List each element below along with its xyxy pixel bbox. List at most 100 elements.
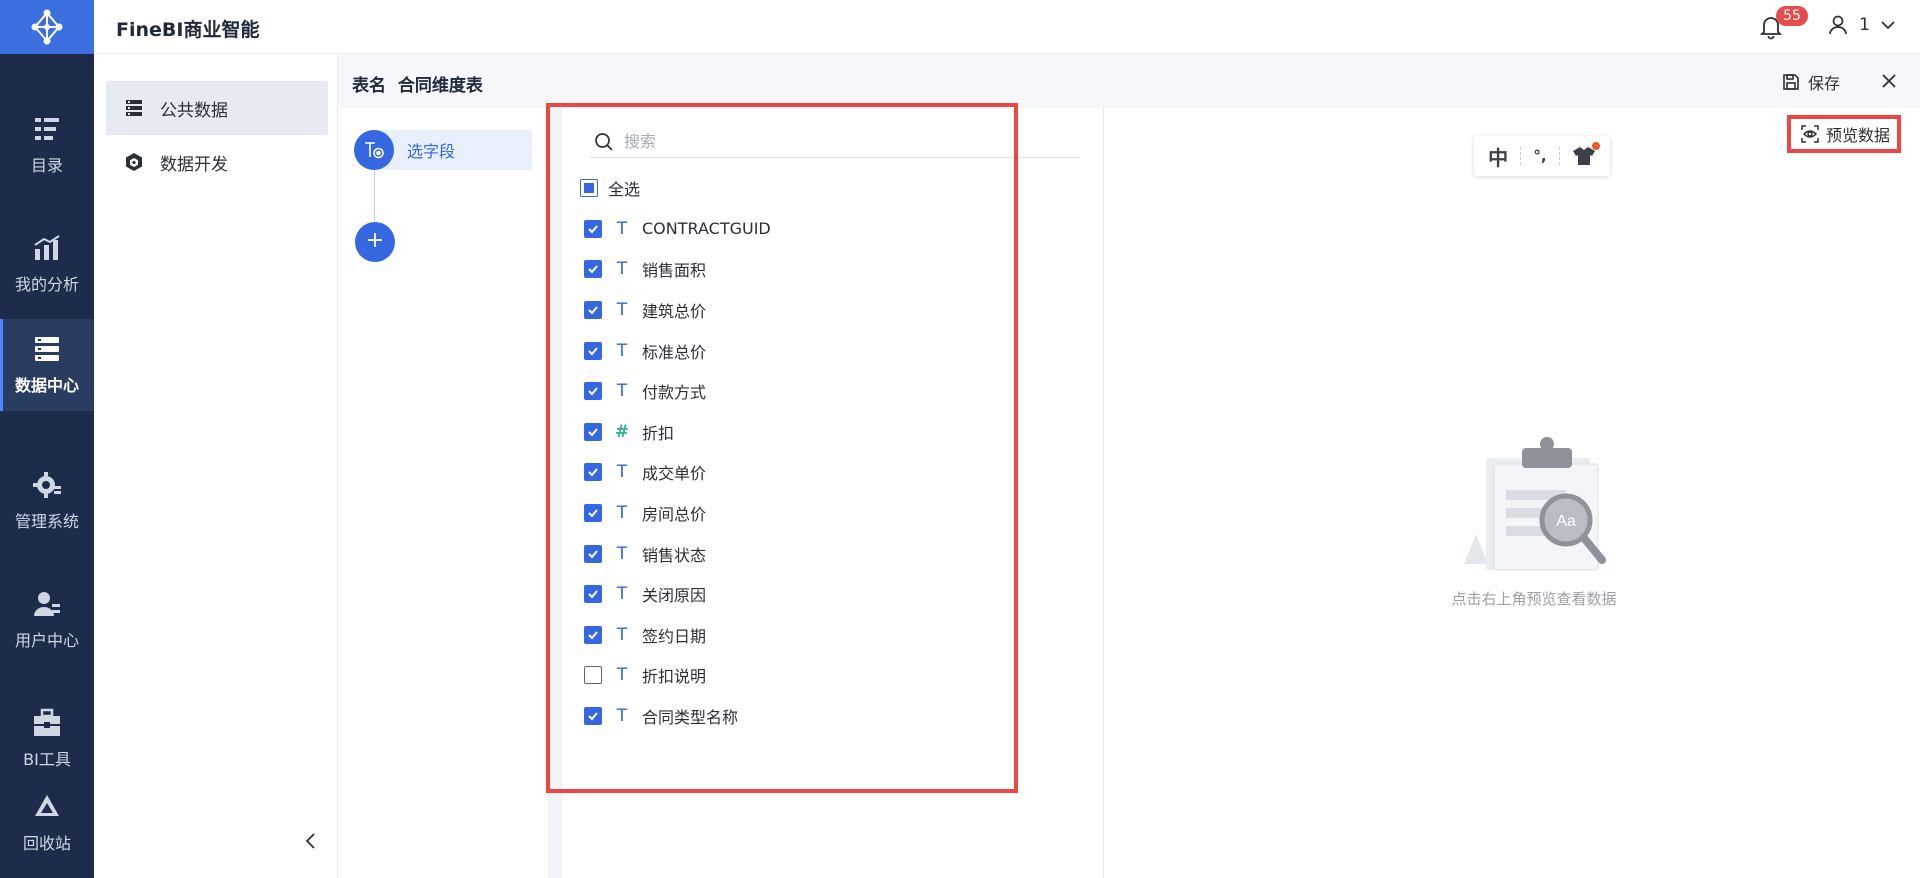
preview-data-button[interactable]: 预览数据 xyxy=(1792,118,1898,150)
field-name: 房间总价 xyxy=(642,505,707,525)
top-bar: FineBI商业智能 55 1 xyxy=(94,0,1920,54)
nav-label: BI工具 xyxy=(23,750,71,769)
field-name: 付款方式 xyxy=(642,383,707,403)
ime-separator xyxy=(1558,147,1560,165)
select-all-checkbox[interactable] xyxy=(580,179,598,198)
field-select-panel: 全选 T CONTRACTGUID T 销售面积 T 建筑总价 T 标准总价 T 付款方式 # 折扣 T… xyxy=(562,108,1104,878)
data-dev-icon xyxy=(126,153,142,171)
field-checkbox[interactable] xyxy=(584,260,602,279)
field-checkbox[interactable] xyxy=(584,666,602,685)
sub-nav-data-dev[interactable]: 数据开发 xyxy=(106,135,328,189)
text-type-icon: T xyxy=(616,462,628,483)
field-row[interactable]: T 签约日期 xyxy=(584,615,1064,656)
text-type-icon: T xyxy=(616,300,628,321)
bi-tools-icon xyxy=(34,708,60,736)
ime-notify-dot xyxy=(1592,142,1600,150)
field-row[interactable]: T 关闭原因 xyxy=(584,574,1064,615)
nav-item-bi-tools[interactable]: BI工具 xyxy=(0,694,94,784)
user-label: 1 xyxy=(1859,15,1870,35)
data-center-icon xyxy=(35,337,59,361)
nav-item-recycle-bin[interactable]: 回收站 xyxy=(0,778,94,868)
field-row[interactable]: T 成交单价 xyxy=(584,452,1064,493)
save-button[interactable]: 保存 xyxy=(1782,70,1840,94)
nav-label: 回收站 xyxy=(22,834,71,853)
field-row[interactable]: # 折扣 xyxy=(584,412,1064,453)
field-checkbox[interactable] xyxy=(584,585,602,604)
step-flow: 选字段 + xyxy=(338,108,548,878)
field-checkbox[interactable] xyxy=(584,382,602,401)
field-row[interactable]: T 建筑总价 xyxy=(584,290,1064,331)
field-checkbox[interactable] xyxy=(584,219,602,238)
empty-state: Aa 点击右上角预览查看数据 xyxy=(1434,434,1634,609)
field-checkbox[interactable] xyxy=(584,341,602,360)
step-select-field-label: 选字段 xyxy=(407,142,456,161)
text-type-icon: T xyxy=(616,259,628,280)
field-name: 标准总价 xyxy=(642,342,707,362)
preview-eye-icon xyxy=(1801,125,1819,143)
nav-item-catalog[interactable]: 目录 xyxy=(0,100,94,190)
empty-clipboard-icon: Aa xyxy=(1464,437,1606,571)
table-name-title: 表名 合同维度表 xyxy=(352,71,483,96)
ime-punct-char: °, xyxy=(1533,147,1547,165)
field-checkbox[interactable] xyxy=(584,707,602,726)
app-logo[interactable] xyxy=(0,0,94,54)
notification-badge: 55 xyxy=(1776,6,1808,26)
collapse-panel-icon[interactable] xyxy=(300,830,322,852)
management-icon xyxy=(33,472,61,498)
field-row[interactable]: T CONTRACTGUID xyxy=(584,209,1064,250)
field-name: 成交单价 xyxy=(642,464,707,484)
field-row[interactable]: T 销售状态 xyxy=(584,533,1064,574)
select-all-row[interactable]: 全选 xyxy=(580,168,1064,209)
sub-nav-public-data[interactable]: 公共数据 xyxy=(106,81,328,135)
panel-gutter xyxy=(548,108,562,878)
field-search xyxy=(590,126,1080,158)
ime-toolbar[interactable]: 中 °, xyxy=(1474,136,1610,176)
field-checkbox[interactable] xyxy=(584,504,602,523)
field-name: 销售面积 xyxy=(642,261,707,281)
save-label: 保存 xyxy=(1807,74,1840,93)
table-name-value: 合同维度表 xyxy=(397,76,483,96)
sub-nav-panel: 公共数据 数据开发 xyxy=(94,54,338,878)
field-name: 合同类型名称 xyxy=(642,708,739,728)
ime-separator xyxy=(1520,147,1522,165)
nav-item-user-center[interactable]: 用户中心 xyxy=(0,575,94,665)
field-name: 建筑总价 xyxy=(642,302,707,322)
nav-item-data-center[interactable]: 数据中心 xyxy=(0,319,94,411)
field-row[interactable]: T 合同类型名称 xyxy=(584,696,1064,737)
field-checkbox[interactable] xyxy=(584,625,602,644)
field-checkbox[interactable] xyxy=(584,422,602,441)
number-type-icon: # xyxy=(614,421,630,442)
text-type-icon: T xyxy=(616,665,628,686)
text-type-icon: T xyxy=(616,218,628,239)
field-checkbox[interactable] xyxy=(584,301,602,320)
field-row[interactable]: T 折扣说明 xyxy=(584,655,1064,696)
close-icon[interactable] xyxy=(1878,70,1900,92)
user-menu[interactable]: 1 xyxy=(1827,14,1896,36)
table-name-label: 表名 xyxy=(352,76,386,96)
field-checkbox[interactable] xyxy=(584,544,602,563)
nav-item-management[interactable]: 管理系统 xyxy=(0,456,94,546)
nav-label: 管理系统 xyxy=(14,512,79,531)
catalog-icon xyxy=(35,118,59,140)
field-name: 签约日期 xyxy=(642,626,707,646)
public-data-icon xyxy=(126,100,142,116)
field-row[interactable]: T 销售面积 xyxy=(584,249,1064,290)
field-row[interactable]: T 房间总价 xyxy=(584,493,1064,534)
text-type-icon: T xyxy=(616,706,628,727)
field-row[interactable]: T 标准总价 xyxy=(584,330,1064,371)
step-connector xyxy=(374,170,375,230)
text-type-icon: T xyxy=(616,503,628,524)
field-row[interactable]: T 付款方式 xyxy=(584,371,1064,412)
search-input[interactable] xyxy=(624,132,1064,151)
add-step-button[interactable]: + xyxy=(355,222,395,262)
field-name: 折扣 xyxy=(642,423,675,443)
editor-header: 表名 合同维度表 保存 xyxy=(338,54,1920,108)
logo-icon xyxy=(31,9,63,45)
svg-text:Aa: Aa xyxy=(1556,513,1576,530)
step-select-field[interactable]: 选字段 xyxy=(354,130,532,170)
field-checkbox[interactable] xyxy=(584,463,602,482)
field-name: 折扣说明 xyxy=(642,667,707,687)
nav-label: 目录 xyxy=(30,156,63,175)
save-icon xyxy=(1783,74,1799,90)
nav-item-my-analysis[interactable]: 我的分析 xyxy=(0,219,94,309)
